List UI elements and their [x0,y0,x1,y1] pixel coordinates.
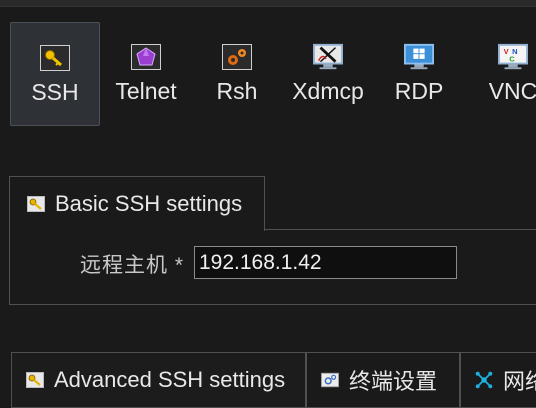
session-type-rdp[interactable]: RDP [388,22,450,126]
vnc-monitor-icon: V N C [498,43,528,70]
purple-gem-icon [131,44,161,70]
tab-advanced-ssh-settings[interactable]: Advanced SSH settings [11,352,306,408]
tab-terminal-settings[interactable]: 终端设置 [306,352,460,408]
tab-basic-ssh-settings[interactable]: Basic SSH settings [9,176,265,231]
tab-label: 终端设置 [349,369,438,394]
session-type-label: RDP [394,78,444,104]
session-type-label: Telnet [115,78,177,104]
settings-tab-bar: Advanced SSH settings 终端设置 网 [0,352,536,408]
session-type-telnet[interactable]: Telnet [109,22,183,126]
session-type-rsh[interactable]: Rsh [205,22,269,126]
session-type-bar: SSH Telnet Rsh Xdmcp RDP V N C VNC [0,6,536,136]
svg-text:V: V [504,47,509,56]
session-type-label: SSH [31,79,79,105]
windows-monitor-icon [404,43,434,70]
x-monitor-icon [313,43,343,70]
gears-icon [222,44,252,70]
key-icon [40,45,70,71]
tab-label: Basic SSH settings [55,191,243,216]
tab-network-settings[interactable]: 网络设置 [460,352,536,408]
session-type-label: Rsh [216,78,258,104]
network-icon [475,371,493,389]
remote-host-label: 远程主机 * [80,254,185,277]
remote-host-input[interactable] [194,246,457,279]
tab-label: 网络设置 [503,369,536,394]
session-type-label: Xdmcp [292,78,364,104]
key-icon [26,372,44,388]
session-type-label: VNC [488,78,536,104]
session-type-ssh[interactable]: SSH [10,22,100,126]
tab-label: Advanced SSH settings [54,367,286,392]
terminal-settings-icon [321,372,339,388]
session-type-vnc[interactable]: V N C VNC [478,22,536,126]
key-icon [27,196,45,212]
session-type-xdmcp[interactable]: Xdmcp [288,22,368,126]
svg-text:C: C [509,55,515,64]
